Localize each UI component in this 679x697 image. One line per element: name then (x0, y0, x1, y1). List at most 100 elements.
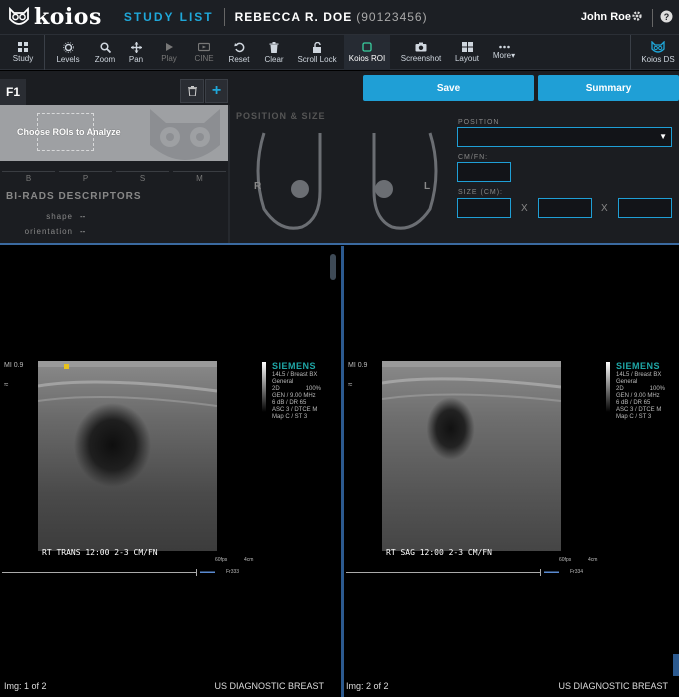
descriptor-value: -- (80, 212, 86, 221)
cine-timeline[interactable] (346, 572, 541, 573)
tool-screenshot-label: Screenshot (400, 54, 442, 63)
delete-finding-button[interactable] (180, 79, 204, 103)
scan-info-line: General (616, 379, 638, 385)
right-nipple[interactable] (291, 180, 309, 198)
orientation-marker (64, 364, 69, 369)
tool-reset-label: Reset (228, 54, 250, 64)
study-list-link[interactable]: STUDY LIST (124, 10, 214, 24)
patient-name: REBECCA R. DOE (90123456) (235, 10, 428, 24)
koios-logo[interactable]: koios (8, 4, 102, 30)
siemens-logo: SIEMENS (616, 361, 661, 371)
study-description: US DIAGNOSTIC BREAST (214, 681, 324, 691)
scan-info-line: 14L5 / Breast BX (272, 372, 318, 378)
layout-icon (461, 42, 473, 52)
tool-reset[interactable]: Reset (224, 35, 254, 70)
owl-watermark-icon (150, 109, 220, 160)
tool-koios-ds[interactable]: Koios DS (638, 35, 678, 70)
tool-play[interactable]: Play (155, 35, 183, 70)
size-input-1[interactable] (457, 198, 511, 218)
depth-value: 4cm (588, 557, 598, 563)
cine-timeline[interactable] (2, 572, 197, 573)
tool-koios-roi-label: Koios ROI (348, 54, 386, 63)
tool-levels-label: Levels (56, 54, 80, 64)
app-root: koios STUDY LIST REBECCA R. DOE (90123456… (0, 0, 679, 697)
patient-name-text: REBECCA R. DOE (234, 10, 353, 24)
size-input-2[interactable] (538, 198, 592, 218)
summary-button[interactable]: Summary (538, 75, 679, 101)
right-side-label: R (254, 181, 262, 192)
image-counter: Img: 2 of 2 (346, 681, 389, 691)
descriptor-label: orientation (24, 227, 73, 236)
side-panel-toggle[interactable] (673, 654, 679, 676)
svg-text:?: ? (664, 12, 670, 22)
scan-info-line: 6 dB / DR 65 (272, 400, 307, 406)
patient-id: (90123456) (356, 10, 428, 24)
tool-scroll-lock[interactable]: Scroll Lock (294, 35, 340, 70)
add-finding-button[interactable]: + (205, 79, 228, 103)
save-button[interactable]: Save (363, 75, 534, 101)
tool-study[interactable]: Study (8, 35, 38, 70)
tool-levels[interactable]: Levels (52, 35, 84, 70)
ultrasound-image[interactable] (382, 361, 561, 551)
tool-more[interactable]: More▾ (488, 35, 520, 70)
toolbar-divider-right (630, 35, 631, 70)
analysis-panel: F1 + Choose ROIs to Analyze B P S M BI-R… (0, 71, 679, 243)
grid-icon (18, 42, 28, 52)
tool-cine-label: CINE (194, 54, 214, 63)
ultrasound-image[interactable] (38, 361, 217, 551)
top-header: koios STUDY LIST REBECCA R. DOE (90123456… (0, 0, 679, 35)
tool-koios-roi[interactable]: Koios ROI (344, 35, 390, 70)
cine-timeline-tick (540, 569, 541, 576)
tool-koios-ds-label: Koios DS (641, 55, 675, 64)
lock-icon (312, 41, 321, 53)
size-label: SIZE (CM): (458, 189, 503, 196)
logo-text: koios (34, 4, 102, 30)
help-icon[interactable]: ? (660, 10, 673, 23)
tool-cine[interactable]: CINE (189, 35, 219, 70)
tool-zoom[interactable]: Zoom (89, 35, 121, 70)
scan-info-line: 14L5 / Breast BX (616, 372, 662, 378)
header-divider-right (652, 9, 653, 27)
viewport-2[interactable]: MI 0.9 ≈ SIEMENS 14L5 / Breast BX Genera… (344, 246, 679, 697)
camera-icon (415, 42, 427, 52)
tool-clear[interactable]: Clear (259, 35, 289, 70)
descriptor-label: shape (46, 212, 73, 221)
trash-icon (187, 86, 197, 96)
tool-clear-label: Clear (264, 54, 284, 64)
scan-info-pct: 100% (649, 386, 666, 392)
cmfn-input[interactable] (457, 162, 511, 182)
fps-value: 60fps (559, 557, 572, 563)
scan-info: 14L5 / Breast BX General 2D 100% GEN / 9.… (272, 372, 321, 421)
scan-info-line: ASC 3 / DTCE M (272, 407, 318, 413)
tool-more-label: More▾ (492, 51, 516, 60)
tool-layout[interactable]: Layout (451, 35, 483, 70)
toolbar-divider (44, 35, 45, 70)
bpsm-b: B (2, 171, 55, 185)
birads-title: BI-RADS DESCRIPTORS (6, 191, 142, 202)
approx-symbol: ≈ (4, 380, 9, 389)
cine-icons: ▬▬▬ (544, 569, 559, 575)
left-nipple[interactable] (375, 180, 393, 198)
image-caption: RT SAG 12:00 2-3 CM/FN (386, 548, 492, 557)
tool-screenshot[interactable]: Screenshot (397, 35, 445, 70)
scan-info-line: 6 dB / DR 65 (616, 400, 651, 406)
chevron-down-icon: ▼ (659, 132, 667, 141)
viewport-1[interactable]: MI 0.9 ≈ SIEMENS 14L5 / Breast BX Genera… (0, 246, 341, 697)
finding-tab-f1[interactable]: F1 (0, 79, 26, 105)
tool-pan[interactable]: Pan (122, 35, 150, 70)
position-select[interactable]: ▼ (457, 127, 672, 147)
tool-study-label: Study (12, 54, 34, 63)
scan-info-mode: 2D (272, 386, 280, 392)
viewport-scrollbar[interactable] (330, 254, 336, 280)
gear-icon[interactable] (631, 10, 643, 22)
left-side-label: L (424, 181, 431, 192)
toolbar: Study Levels Zoom Pan Play CINE Reset Cl… (0, 35, 679, 70)
size-input-3[interactable] (618, 198, 672, 218)
user-name[interactable]: John Roe (581, 11, 631, 23)
roi-selector[interactable]: Choose ROIs to Analyze (0, 105, 228, 161)
panel-divider (228, 105, 230, 243)
mi-value: MI 0.9 (348, 362, 368, 369)
owl-logo-icon (9, 7, 29, 25)
cine-icons: ▬▬▬ (200, 569, 215, 575)
study-description: US DIAGNOSTIC BREAST (558, 681, 668, 691)
